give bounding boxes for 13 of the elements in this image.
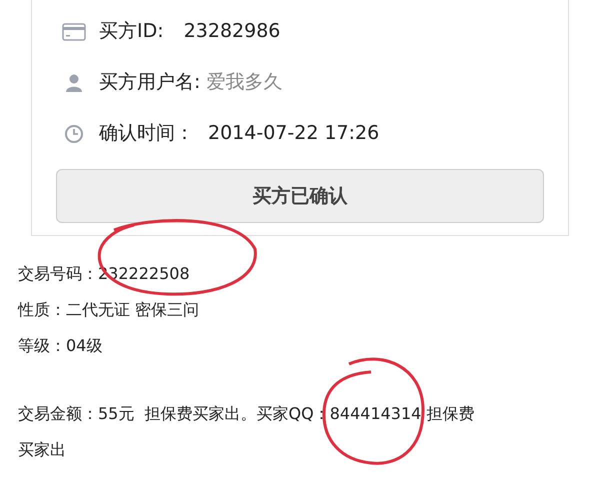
field-value: 爱我多久 (206, 70, 282, 96)
credit-card-icon (62, 22, 86, 40)
field-label: 买方ID: (99, 19, 165, 44)
field-value: 2014-07-22 17:26 (208, 121, 380, 146)
user-icon (64, 72, 84, 92)
note-line: 买家出 (18, 439, 66, 461)
field-value: 23282986 (184, 19, 280, 44)
field-label: 买方用户名: (99, 70, 202, 96)
note-line: 交易金额：55元 担保费买家出。买家QQ：844414314 担保费 (18, 403, 474, 425)
field-label: 确认时间： (99, 121, 194, 146)
clock-icon (64, 124, 84, 144)
detail-line: 性质：二代无证 密保三问 (18, 299, 200, 321)
detail-line: 等级：04级 (18, 335, 104, 357)
